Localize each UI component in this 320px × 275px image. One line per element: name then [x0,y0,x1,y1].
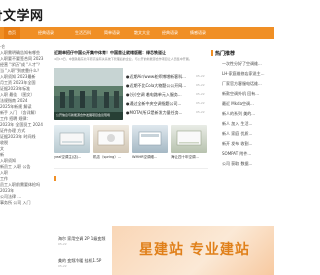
main-nav: 首页 经典语录 生活百科 简单语录 散文大全 经典语录 情感语录 [0,27,274,39]
article-date: 05-22 [196,92,205,96]
article-date: 05-22 [196,74,205,78]
sidebar-item[interactable]: 新人的系列 美的... [222,111,255,117]
thumb-3-caption[interactable]: WMHR空调维... [132,155,168,160]
nav-item-quotes-2[interactable]: 经典语录 [162,27,178,39]
featured-summary: 4月13日，中国铁路东北平原高速有关系统下管理后的企业，与公开的新能源合作项目让… [54,57,192,61]
bottom-card-date: 05-22 [58,264,67,268]
thumb-4-scene [176,130,202,146]
sidebar-item[interactable]: 新款空调外机 回有... [222,91,259,97]
thumb-1-caption[interactable]: yeal空调主(店)... [54,155,90,160]
article-date: 05-22 [196,101,205,105]
bottom-card-date: 05-22 [58,242,67,246]
watermark-text: 星建站 专业建站 [139,242,250,258]
thumb-2-scene [97,130,125,146]
nav-item-emotion[interactable]: 情感语录 [190,27,206,39]
sidebar-item[interactable]: SOMPAT 附件... [222,151,251,157]
watermark-banner: 星建站 专业建站 [112,226,274,275]
left-list: ·仑 入职需明确告知有哪些 入职要不要签合同 2023 经营 "学历"成 "人才… [0,44,52,206]
article-date: 05-22 [196,110,205,114]
nav-item-simple[interactable]: 简单语录 [104,27,120,39]
article-title[interactable]: ●(分)空调 着电路单元入服务... [126,92,194,98]
article-title[interactable]: ●近期Air/www老师博增新客科... [126,74,194,80]
thumb-4-caption[interactable]: 海让四十年空调... [171,155,207,160]
nav-item-home[interactable]: 首页 [4,27,20,39]
thumb-4[interactable] [171,125,207,153]
sidebar-item[interactable]: 新人 家庭 优质... [222,131,252,137]
sidebar-heading-accent [211,50,213,56]
thumb-2[interactable] [93,125,129,153]
section-divider [54,168,208,169]
article-title[interactable]: ●MOTA(所)2是新发力量任务... [126,110,194,116]
featured-headline[interactable]: 近期单招仔中国公开集中体育！中国首让就绪版题：绿芯铁道让 [54,50,208,56]
article-title[interactable]: ●近期不比Cola大物题公公开网... [126,83,194,89]
article-title[interactable]: ●通过全新中央空调指题公司... [126,101,194,107]
thumb-1-scene [59,132,85,146]
thumb-3-scene [138,131,162,146]
featured-caption: 公开信息与新能源合作发展项目会议现场 [56,113,111,117]
sidebar-item[interactable]: 公司 获取 数据... [222,161,252,167]
sidebar-item[interactable]: 新开 发布 收割... [222,141,252,147]
sidebar-item[interactable]: 新人 加入 生活... [222,121,252,127]
sidebar-item[interactable]: 最近 Mkda空调... [222,101,254,107]
thumb-2-caption[interactable]: 机店（spring）... [93,155,129,160]
featured-image[interactable]: 公开信息与新能源合作发展项目会议现场 [54,68,123,120]
site-title[interactable]: †文学网 [0,5,44,24]
list-item[interactable]: 事务所 公司 入门 [0,200,52,206]
sidebar-item[interactable]: 厂家官方客服电话维... [222,81,262,87]
bottom-section-accent [54,176,56,181]
article-date: 05-22 [196,83,205,87]
thumb-3[interactable] [132,125,168,153]
sidebar-item[interactable]: 一次性分好了空调维... [222,61,262,67]
thumb-1[interactable] [54,125,90,153]
nav-item-quotes[interactable]: 经典语录 [38,27,54,39]
sidebar-heading: 热门推荐 [215,51,236,57]
nav-item-prose[interactable]: 散文大全 [134,27,150,39]
sidebar-item[interactable]: LH-家庭维修店家说主... [222,71,265,77]
nav-item-life[interactable]: 生活百科 [75,27,91,39]
